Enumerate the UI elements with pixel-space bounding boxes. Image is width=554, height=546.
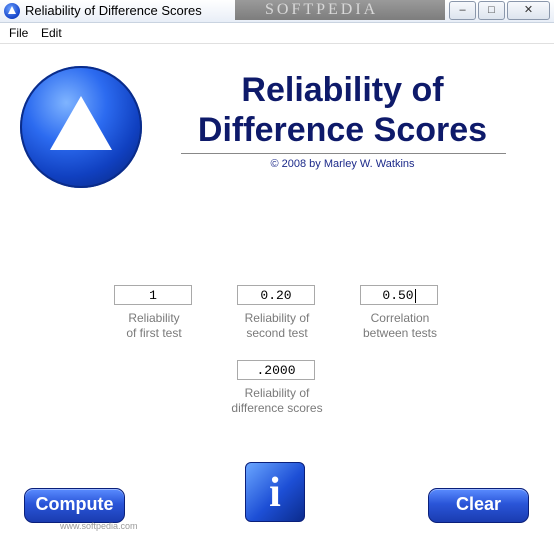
correlation-value: 0.50 — [382, 288, 414, 303]
difference-label: Reliability of difference scores — [231, 386, 323, 415]
window-title: Reliability of Difference Scores — [25, 3, 202, 18]
correlation-label: Correlation between tests — [362, 311, 438, 340]
info-icon: i — [269, 470, 281, 516]
difference-reliability-output: .2000 — [237, 360, 315, 380]
title-bar: Reliability of Difference Scores SOFTPED… — [0, 0, 554, 23]
clear-button[interactable]: Clear — [428, 488, 529, 523]
app-icon — [4, 3, 20, 19]
maximize-button[interactable]: □ — [478, 1, 505, 20]
window-controls: – □ ✕ — [449, 1, 550, 20]
second-test-label: Reliability of second test — [244, 311, 310, 340]
menu-file[interactable]: File — [9, 26, 28, 40]
minimize-button[interactable]: – — [449, 1, 476, 20]
first-test-label: Reliability of first test — [126, 311, 182, 340]
triangle-logo-icon — [20, 66, 142, 188]
title-divider — [181, 153, 506, 154]
info-button[interactable]: i — [245, 462, 305, 522]
copyright-text: © 2008 by Marley W. Watkins — [270, 158, 415, 170]
footer-watermark: www.softpedia.com — [60, 521, 138, 531]
softpedia-watermark: SOFTPEDIA — [235, 0, 445, 20]
page-title: Reliability of Difference Scores — [197, 71, 488, 149]
correlation-input[interactable]: 0.50 — [360, 285, 438, 305]
menu-bar: File Edit — [0, 23, 554, 44]
close-button[interactable]: ✕ — [507, 1, 550, 20]
triangle-icon — [50, 96, 112, 150]
menu-edit[interactable]: Edit — [41, 26, 62, 40]
second-test-reliability-input[interactable]: 0.20 — [237, 285, 315, 305]
first-test-reliability-input[interactable]: 1 — [114, 285, 192, 305]
text-cursor — [414, 288, 416, 303]
compute-button[interactable]: Compute — [24, 488, 125, 523]
